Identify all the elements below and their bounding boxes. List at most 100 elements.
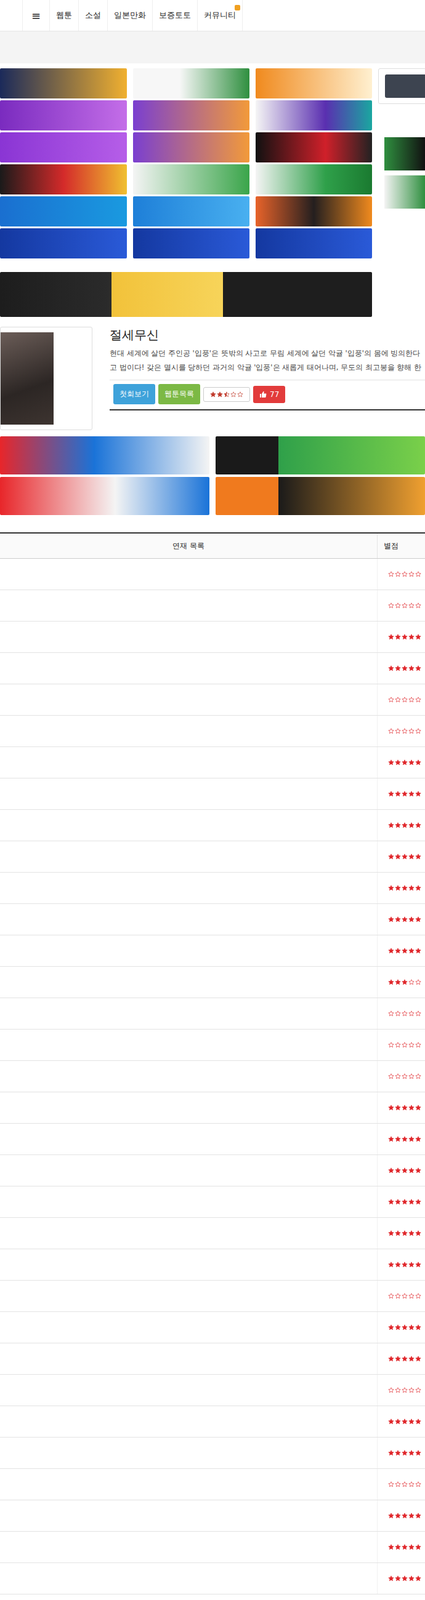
episode-row[interactable] [0, 936, 425, 968]
ad-banner[interactable] [255, 68, 373, 99]
episode-cell[interactable] [0, 1030, 378, 1062]
episode-cell[interactable] [0, 716, 378, 748]
episode-row[interactable] [0, 1156, 425, 1188]
episode-row[interactable] [0, 779, 425, 811]
ad-banner[interactable] [0, 436, 210, 475]
ad-banner[interactable] [255, 196, 373, 227]
ad-banner[interactable] [0, 164, 127, 195]
episode-row[interactable] [0, 1061, 425, 1094]
episode-row[interactable] [0, 1470, 425, 1502]
episode-row[interactable] [0, 559, 425, 591]
episode-cell[interactable] [0, 1250, 378, 1282]
ad-banner[interactable] [133, 164, 250, 195]
episode-row[interactable] [0, 1533, 425, 1565]
episode-cell[interactable] [0, 1407, 378, 1439]
episode-cell[interactable] [0, 622, 378, 654]
episode-cell[interactable] [0, 841, 378, 874]
episode-cell[interactable] [0, 1344, 378, 1377]
episode-cell[interactable] [0, 1470, 378, 1502]
ad-banner[interactable] [0, 100, 127, 131]
episode-cell[interactable] [0, 590, 378, 623]
episode-cell[interactable] [0, 653, 378, 685]
nav-item[interactable]: 웹툰 [49, 0, 79, 31]
ad-banner[interactable] [133, 228, 250, 259]
episode-row[interactable] [0, 1564, 425, 1596]
episode-cell[interactable] [0, 559, 378, 591]
ad-banner[interactable] [0, 196, 127, 227]
ad-banner[interactable] [133, 196, 250, 227]
nav-item[interactable]: 일본만화 [107, 0, 153, 31]
nav-item[interactable]: 커뮤니티 [197, 0, 243, 31]
episode-cell[interactable] [0, 1093, 378, 1125]
episode-cell[interactable] [0, 936, 378, 968]
episode-cell[interactable] [0, 779, 378, 811]
ad-banner[interactable] [0, 132, 127, 163]
ad-banner[interactable] [133, 100, 250, 131]
ad-banner[interactable] [215, 477, 425, 516]
episode-row[interactable] [0, 1407, 425, 1439]
episode-cell[interactable] [0, 747, 378, 780]
episode-row[interactable] [0, 1438, 425, 1471]
episode-row[interactable] [0, 1093, 425, 1125]
episode-cell[interactable] [0, 904, 378, 937]
episode-cell[interactable] [0, 1061, 378, 1094]
episode-cell[interactable] [0, 1156, 378, 1188]
ad-banner[interactable] [215, 436, 425, 475]
episode-row[interactable] [0, 1501, 425, 1534]
episode-cell[interactable] [0, 1218, 378, 1251]
first-episode-button[interactable]: 첫회보기 [113, 384, 156, 405]
ad-banner[interactable] [133, 68, 250, 99]
ad-banner[interactable] [255, 100, 373, 131]
episode-row[interactable] [0, 841, 425, 874]
ad-banner[interactable] [133, 132, 250, 163]
episode-cell[interactable] [0, 1501, 378, 1534]
ad-banner[interactable] [0, 477, 210, 516]
rating[interactable] [203, 387, 251, 403]
episode-cell[interactable] [0, 1564, 378, 1596]
episode-row[interactable] [0, 1250, 425, 1282]
ad-banner[interactable] [0, 272, 373, 318]
episode-row[interactable] [0, 653, 425, 685]
ad-banner[interactable] [255, 132, 373, 163]
side-button[interactable] [384, 74, 425, 98]
episode-cell[interactable] [0, 684, 378, 717]
episode-row[interactable] [0, 1187, 425, 1219]
episode-row[interactable] [0, 873, 425, 905]
nav-item[interactable]: 보증토토 [152, 0, 198, 31]
menu-button[interactable]: ≡ [22, 0, 50, 31]
episode-cell[interactable] [0, 1313, 378, 1345]
episode-cell[interactable] [0, 873, 378, 905]
episode-cell[interactable] [0, 1281, 378, 1314]
episode-row[interactable] [0, 1344, 425, 1377]
episode-row[interactable] [0, 999, 425, 1031]
episode-cell[interactable] [0, 1376, 378, 1408]
episode-row[interactable] [0, 684, 425, 717]
episode-row[interactable] [0, 1218, 425, 1251]
episode-cell[interactable] [0, 810, 378, 842]
episode-cell[interactable] [0, 1438, 378, 1471]
ad-banner[interactable] [384, 175, 425, 209]
ad-banner[interactable] [0, 68, 127, 99]
ad-banner[interactable] [0, 228, 127, 259]
episode-row[interactable] [0, 590, 425, 623]
episode-row[interactable] [0, 1030, 425, 1062]
episode-row[interactable] [0, 1376, 425, 1408]
episode-cell[interactable] [0, 1187, 378, 1219]
like-button[interactable]: 77 [253, 386, 286, 404]
episode-row[interactable] [0, 810, 425, 842]
episode-row[interactable] [0, 904, 425, 937]
ad-banner[interactable] [255, 164, 373, 195]
episode-row[interactable] [0, 1124, 425, 1157]
episode-cell[interactable] [0, 967, 378, 1000]
ad-banner[interactable] [384, 137, 425, 171]
episode-row[interactable] [0, 1281, 425, 1314]
episode-row[interactable] [0, 1313, 425, 1345]
list-button[interactable]: 웹툰목록 [158, 384, 201, 405]
episode-cell[interactable] [0, 1533, 378, 1565]
episode-cell[interactable] [0, 1124, 378, 1157]
episode-row[interactable] [0, 747, 425, 780]
episode-cell[interactable] [0, 999, 378, 1031]
episode-row[interactable] [0, 967, 425, 1000]
ad-banner[interactable] [255, 228, 373, 259]
episode-row[interactable] [0, 716, 425, 748]
